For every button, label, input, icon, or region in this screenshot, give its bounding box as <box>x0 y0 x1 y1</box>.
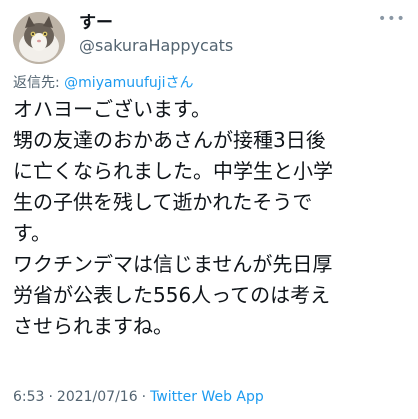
cat-avatar-icon <box>13 12 65 64</box>
tweet-text-line: させられますね。 <box>13 314 173 338</box>
tweet-text-line: 生の子供を残して逝かれたそうで <box>13 190 313 214</box>
tweet-text-line: オハヨーございます。 <box>13 97 211 121</box>
tweet-text-line: ワクチンデマは信じませんが先日厚 <box>13 252 333 276</box>
tweet-text-line: に亡くなられました。中学生と小学 <box>13 159 333 183</box>
reply-prefix: 返信先: <box>13 75 65 91</box>
tweet-card: すー @sakuraHappycats ••• 返信先: @miyamuufuj… <box>0 0 418 419</box>
display-name[interactable]: すー <box>79 12 113 34</box>
tweet-text: オハヨーございます。 甥の友達のおかあさんが接種3日後 に亡くなられました。中学… <box>13 94 409 342</box>
tweet-time[interactable]: 6:53 <box>13 389 44 405</box>
tweet-date[interactable]: 2021/07/16 <box>57 389 138 405</box>
meta-separator: · <box>48 389 53 405</box>
meta-separator: · <box>141 389 147 405</box>
reply-to-line: 返信先: @miyamuufujiさん <box>13 74 194 92</box>
more-dots-icon[interactable]: ••• <box>378 12 405 26</box>
tweet-text-line: す。 <box>13 221 51 245</box>
user-handle[interactable]: @sakuraHappycats <box>79 36 233 56</box>
tweet-text-line: 労省が公表した556人ってのは考え <box>13 283 331 307</box>
tweet-meta: 6:53 · 2021/07/16 · Twitter Web App <box>13 388 264 406</box>
tweet-source-link[interactable]: Twitter Web App <box>150 389 264 405</box>
tweet-text-line: 甥の友達のおかあさんが接種3日後 <box>13 128 326 152</box>
avatar[interactable] <box>13 12 65 64</box>
reply-mention-link[interactable]: @miyamuufujiさん <box>64 75 193 91</box>
